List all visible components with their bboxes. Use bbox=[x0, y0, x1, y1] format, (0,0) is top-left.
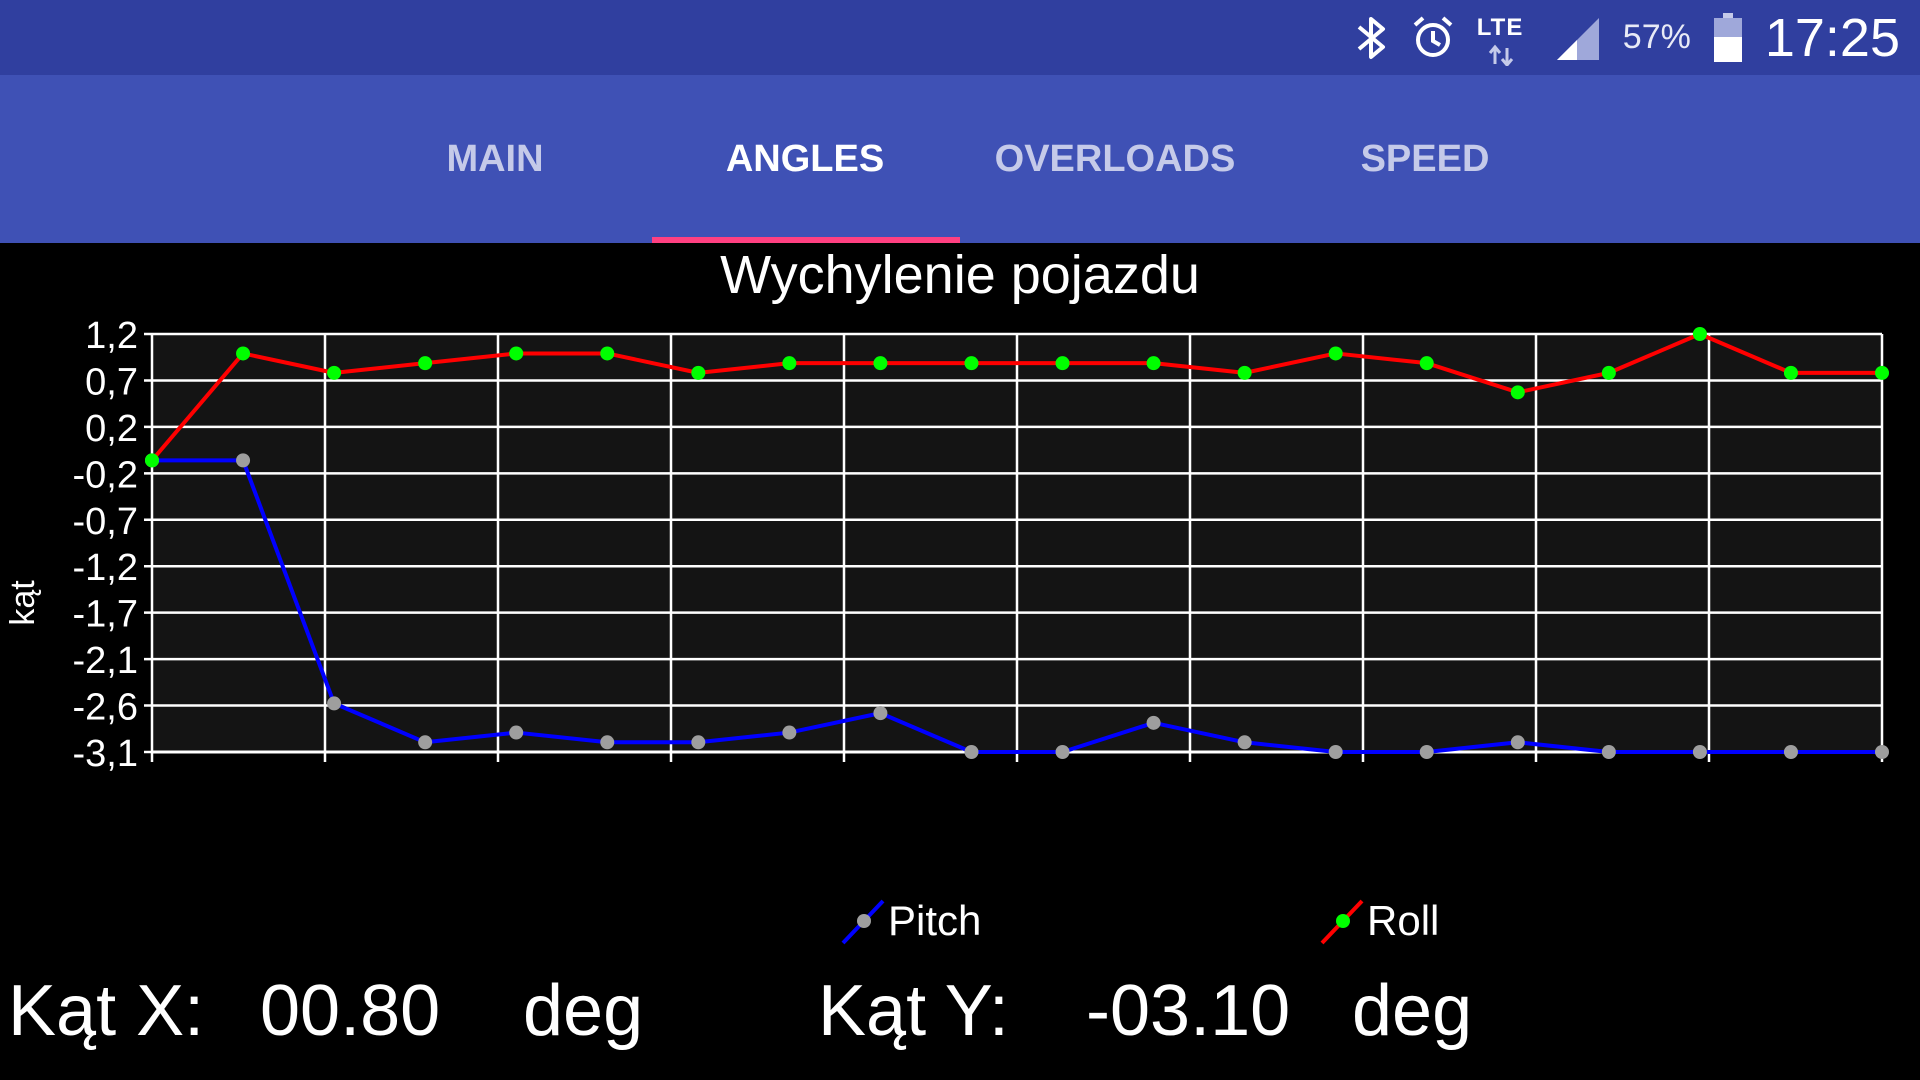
legend-roll-marker bbox=[1336, 914, 1350, 928]
series-pitch-point bbox=[418, 735, 433, 750]
y-tick-label: -2,6 bbox=[73, 687, 138, 729]
y-tick-label: 1,2 bbox=[85, 315, 138, 357]
series-roll-point bbox=[1055, 356, 1070, 371]
series-roll-point bbox=[1601, 365, 1616, 380]
battery-icon bbox=[1713, 12, 1743, 63]
y-tick-label: -3,1 bbox=[73, 733, 138, 775]
y-axis-label: kąt bbox=[4, 580, 42, 626]
series-roll-point bbox=[1875, 365, 1889, 380]
series-pitch-point bbox=[1692, 745, 1707, 759]
angles-chart: Wychylenie pojazdu kąt 1,20,7 0,2-0,2 -0,7… bbox=[4, 245, 1889, 945]
battery-percent: 57% bbox=[1622, 18, 1691, 56]
legend-pitch-marker bbox=[857, 914, 871, 928]
y-tick-label: 0,7 bbox=[85, 361, 138, 403]
series-pitch-point bbox=[600, 735, 615, 750]
series-roll-point bbox=[1237, 365, 1252, 380]
series-pitch-point bbox=[1601, 745, 1616, 759]
angle-x-unit: deg bbox=[523, 971, 644, 1051]
status-bar: LTE 57% 17:25 bbox=[0, 0, 1920, 75]
series-roll-point bbox=[1692, 327, 1707, 341]
status-icons: LTE 57% 17:25 bbox=[1355, 0, 1900, 75]
y-tick-label: -2,1 bbox=[73, 640, 138, 682]
series-roll-point bbox=[145, 453, 159, 468]
y-tick-label: 0,2 bbox=[85, 408, 138, 450]
plot-area: 1,20,7 0,2-0,2 -0,7-1,2 -1,7-2,1 -2,6-3,1 bbox=[73, 315, 1889, 775]
angle-x-label: Kąt X: bbox=[8, 971, 205, 1051]
bluetooth-icon bbox=[1355, 15, 1389, 61]
series-pitch-point bbox=[1875, 745, 1889, 759]
legend-pitch: Pitch bbox=[841, 897, 981, 945]
tab-angles[interactable]: ANGLES bbox=[650, 75, 960, 243]
alarm-icon bbox=[1411, 15, 1455, 61]
series-pitch-point bbox=[1237, 735, 1252, 750]
angle-y-value: -03.10 bbox=[1086, 971, 1291, 1051]
tab-overloads[interactable]: OVERLOADS bbox=[960, 75, 1270, 243]
tab-speed[interactable]: SPEED bbox=[1270, 75, 1580, 243]
series-pitch-point bbox=[1146, 715, 1161, 730]
series-pitch-point bbox=[327, 696, 342, 711]
series-roll-point bbox=[600, 346, 615, 361]
series-pitch-point bbox=[1328, 745, 1343, 759]
series-pitch-point bbox=[964, 745, 979, 759]
series-roll-point bbox=[1419, 356, 1434, 371]
series-roll-point bbox=[691, 365, 706, 380]
series-roll-point bbox=[964, 356, 979, 371]
series-roll-point bbox=[1146, 356, 1161, 371]
series-roll-point bbox=[1328, 346, 1343, 361]
series-roll-point bbox=[418, 356, 433, 371]
series-pitch-point bbox=[1783, 745, 1798, 759]
angle-y-unit: deg bbox=[1352, 971, 1473, 1051]
tab-main[interactable]: MAIN bbox=[340, 75, 650, 243]
series-pitch-point bbox=[873, 706, 888, 721]
y-tick-label: -0,7 bbox=[73, 501, 138, 543]
series-roll-point bbox=[236, 346, 251, 361]
chart-title: Wychylenie pojazdu bbox=[720, 245, 1200, 305]
y-tick-label: -1,2 bbox=[73, 547, 138, 589]
series-pitch-point bbox=[1055, 745, 1070, 759]
clock: 17:25 bbox=[1764, 7, 1900, 68]
legend-roll: Roll bbox=[1320, 897, 1439, 945]
signal-icon bbox=[1553, 14, 1601, 62]
lte-icon: LTE bbox=[1477, 10, 1531, 66]
legend-roll-label: Roll bbox=[1367, 897, 1439, 944]
series-roll-point bbox=[509, 346, 524, 361]
angle-x-value: 00.80 bbox=[260, 971, 441, 1051]
series-pitch-point bbox=[1419, 745, 1434, 759]
series-roll-point bbox=[327, 365, 342, 380]
tab-bar: MAIN ANGLES OVERLOADS SPEED bbox=[0, 75, 1920, 243]
series-roll-point bbox=[782, 356, 797, 371]
y-tick-label: -0,2 bbox=[73, 454, 138, 496]
legend-pitch-label: Pitch bbox=[888, 897, 981, 944]
series-pitch-point bbox=[691, 735, 706, 750]
series-roll-point bbox=[873, 356, 888, 371]
chart-legend: Pitch Roll bbox=[841, 897, 1439, 945]
series-roll-point bbox=[1510, 385, 1525, 400]
series-pitch-point bbox=[1510, 735, 1525, 750]
series-pitch-point bbox=[236, 453, 251, 468]
angle-y-label: Kąt Y: bbox=[818, 971, 1009, 1051]
series-pitch-point bbox=[782, 725, 797, 740]
y-tick-label: -1,7 bbox=[73, 594, 138, 636]
series-pitch-point bbox=[509, 725, 524, 740]
series-roll-point bbox=[1783, 365, 1798, 380]
